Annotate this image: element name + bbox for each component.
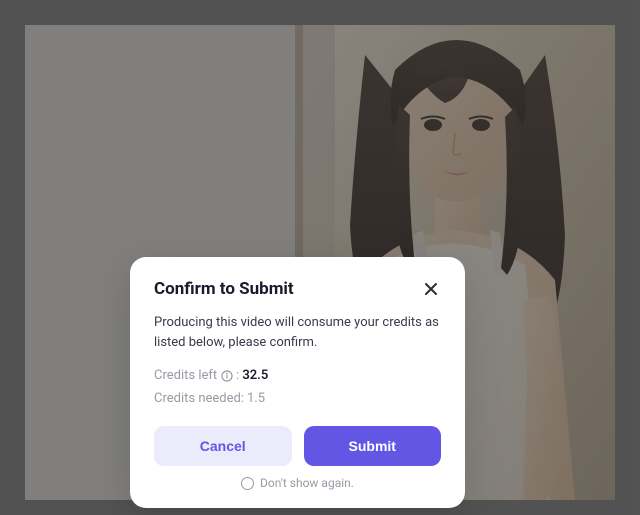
credits-needed-label: Credits needed: bbox=[154, 391, 244, 406]
dont-show-label: Don't show again. bbox=[260, 476, 354, 490]
credits-needed-row: Credits needed: 1.5 bbox=[154, 391, 441, 406]
modal-header: Confirm to Submit bbox=[154, 279, 441, 299]
confirm-submit-modal: Confirm to Submit Producing this video w… bbox=[130, 257, 465, 508]
credits-left-label: Credits left bbox=[154, 368, 217, 383]
credits-left-separator: : bbox=[236, 368, 239, 383]
modal-description: Producing this video will consume your c… bbox=[154, 313, 441, 352]
credits-left-row: Credits left : 32.5 bbox=[154, 368, 441, 383]
modal-button-row: Cancel Submit bbox=[154, 426, 441, 466]
credits-left-value: 32.5 bbox=[242, 368, 268, 383]
cancel-button[interactable]: Cancel bbox=[154, 426, 292, 466]
credits-needed-value: 1.5 bbox=[247, 391, 265, 406]
close-icon bbox=[423, 281, 439, 297]
radio-unchecked-icon bbox=[241, 477, 254, 490]
dont-show-again-toggle[interactable]: Don't show again. bbox=[154, 476, 441, 490]
submit-button[interactable]: Submit bbox=[304, 426, 442, 466]
info-icon[interactable] bbox=[220, 369, 233, 382]
close-button[interactable] bbox=[421, 279, 441, 299]
modal-title: Confirm to Submit bbox=[154, 279, 294, 299]
